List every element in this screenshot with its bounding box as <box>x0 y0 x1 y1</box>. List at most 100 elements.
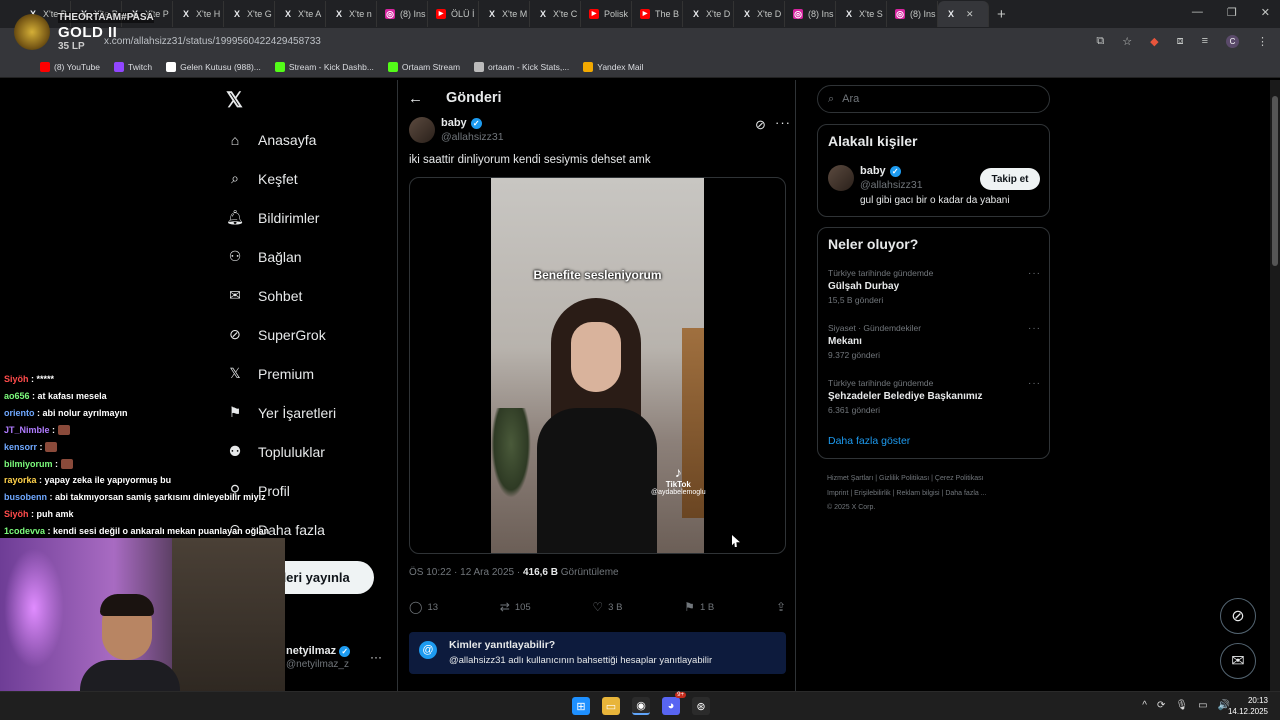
browser-tab[interactable]: X X'te A <box>275 1 326 27</box>
footer-link[interactable]: Imprint <box>827 490 848 497</box>
menu-dots-icon[interactable]: ⋮ <box>1257 35 1268 48</box>
browser-tab[interactable]: X X'te S <box>836 1 887 27</box>
bookmark-item[interactable]: Gelen Kutusu (988)... <box>166 61 261 72</box>
chat-username[interactable]: 1codevva <box>4 526 45 536</box>
related-handle[interactable]: @allahsizz31 <box>860 179 923 191</box>
sidebar-item-bildirimler[interactable]: 🔔︎ Bildirimler <box>226 198 336 237</box>
sidebar-item-sohbet[interactable]: ✉ Sohbet <box>226 276 336 315</box>
account-more-icon[interactable]: ··· <box>370 650 382 664</box>
footer-link[interactable]: Erişilebilirlik <box>854 490 891 497</box>
start-windows-icon[interactable]: ⊞ <box>572 697 590 715</box>
taskbar-clock[interactable]: 20:13 14.12.2025 <box>1228 695 1268 717</box>
browser-tab[interactable]: ▶ ÖLÜ İ <box>428 1 479 27</box>
footer-link[interactable]: Daha fazla ... <box>945 490 986 497</box>
browser-tab[interactable]: X X'te M <box>479 1 530 27</box>
browser-tab[interactable]: ◎ (8) Ins <box>785 1 836 27</box>
browser-tab[interactable]: X X'te D <box>734 1 785 27</box>
chat-username[interactable]: rayorka <box>4 475 37 485</box>
mic-icon[interactable]: 🎙 <box>1175 700 1188 711</box>
trend-more-icon[interactable]: ··· <box>1028 268 1041 279</box>
extension-leaf-icon[interactable]: ◆ <box>1150 35 1158 48</box>
minimize-icon[interactable]: — <box>1192 6 1203 19</box>
chat-username[interactable]: kensorr <box>4 442 37 452</box>
footer-link[interactable]: Gizlilik Politikası <box>879 475 929 482</box>
related-avatar[interactable] <box>828 165 854 191</box>
grok-icon[interactable]: ⊘ <box>755 117 766 133</box>
browser-tab[interactable]: X X'te H <box>173 1 224 27</box>
post-timestamp[interactable]: ÖS 10:22 · 12 Ara 2025 · <box>409 567 523 578</box>
browser-tab-label: X'te A <box>298 9 322 19</box>
reply-button[interactable]: ◯ 13 <box>409 600 438 614</box>
chat-username[interactable]: busobenn <box>4 492 47 502</box>
puzzle-icon[interactable]: ⧈ <box>1177 35 1184 48</box>
x-logo-icon[interactable]: 𝕏 <box>226 88 243 113</box>
grok-fab-button[interactable]: ⊘ <box>1220 598 1256 634</box>
like-button[interactable]: ♡ 3 B <box>592 600 622 614</box>
chat-username[interactable]: oriento <box>4 408 35 418</box>
close-tab-icon[interactable]: ✕ <box>966 9 974 20</box>
footer-link[interactable]: Reklam bilgisi <box>896 490 939 497</box>
chat-username[interactable]: Siyöh <box>4 374 29 384</box>
footer-link[interactable]: Çerez Politikası <box>935 475 984 482</box>
sidebar-item-supergrok[interactable]: ⊘ SuperGrok <box>226 315 336 354</box>
related-name[interactable]: baby ✓ <box>860 165 901 177</box>
search-input[interactable]: ⌕ Ara <box>817 85 1050 113</box>
chat-username[interactable]: Siyöh <box>4 509 29 519</box>
footer-link[interactable]: Hizmet Şartları <box>827 475 873 482</box>
post-video[interactable]: Benefite sesleniyorum ♪ TikTok @aydabele… <box>409 177 786 554</box>
sidebar-item-ba-lan[interactable]: ⚇ Bağlan <box>226 237 336 276</box>
chrome-icon[interactable]: ◉ <box>632 697 650 715</box>
monitor-icon[interactable]: ▭ <box>1198 700 1207 711</box>
browser-tab[interactable]: ◎ (8) Ins <box>377 1 428 27</box>
discord-icon[interactable]: ◕ 9+ <box>662 692 686 715</box>
browser-tab[interactable]: ▶ Polisk <box>581 1 632 27</box>
maximize-icon[interactable]: ❐ <box>1227 6 1237 19</box>
profile-avatar[interactable]: C <box>1226 35 1239 48</box>
trend-more-icon[interactable]: ··· <box>1028 323 1041 334</box>
sidebar-item-ke-fet[interactable]: ⌕ Keşfet <box>226 159 336 198</box>
author-avatar[interactable] <box>409 117 435 143</box>
trend-item[interactable]: Siyaset · Gündemdekiler Mekanı 9.372 gönde… <box>828 323 1041 360</box>
post-more-icon[interactable]: ··· <box>775 115 791 130</box>
browser-tab[interactable]: X ✕ <box>938 1 989 27</box>
bookmark-item[interactable]: ortaam - Kick Stats,... <box>474 61 569 72</box>
bookmark-item[interactable]: Ortaam Stream <box>387 61 460 72</box>
browser-tab[interactable]: X X'te D <box>683 1 734 27</box>
chat-username[interactable]: JT_Nimble <box>4 425 50 435</box>
install-app-icon[interactable]: ⧉ <box>1096 35 1104 48</box>
trend-more-icon[interactable]: ··· <box>1028 378 1041 389</box>
back-arrow-icon[interactable]: ← <box>408 90 423 107</box>
chat-username[interactable]: bilmiyorum <box>4 459 53 469</box>
chat-username[interactable]: ao656 <box>4 391 30 401</box>
share-button[interactable]: ⇪ <box>776 600 786 614</box>
browser-tab[interactable]: ▶ The B <box>632 1 683 27</box>
show-more-link[interactable]: Daha fazla göster <box>828 435 910 447</box>
author-name[interactable]: baby ✓ <box>441 117 482 129</box>
file-explorer-icon[interactable]: ▭ <box>602 697 620 715</box>
tray-chevron-icon[interactable]: ^ <box>1142 700 1147 711</box>
bookmark-button[interactable]: ⚑ 1 B <box>684 600 714 614</box>
browser-tab[interactable]: ◎ (8) Ins <box>887 1 938 27</box>
trend-item[interactable]: Türkiye tarihinde gündemde Şehzadeler Bel… <box>828 378 1041 415</box>
browser-tab[interactable]: X X'te G <box>224 1 275 27</box>
follow-button[interactable]: Takip et <box>980 168 1040 190</box>
page-scrollbar[interactable] <box>1270 80 1280 691</box>
messages-fab-button[interactable]: ✉ <box>1220 643 1256 679</box>
browser-tab[interactable]: X X'te C <box>530 1 581 27</box>
bookmark-item[interactable]: Stream - Kick Dashb... <box>274 61 374 72</box>
close-window-icon[interactable]: ✕ <box>1261 6 1270 19</box>
sidebar-item-anasayfa[interactable]: ⌂ Anasayfa <box>226 120 336 159</box>
obs-icon[interactable]: ⊛ <box>692 697 710 715</box>
sync-icon[interactable]: ⟳ <box>1157 700 1165 711</box>
trend-item[interactable]: Türkiye tarihinde gündemde Gülşah Durbay 1… <box>828 268 1041 305</box>
bookmark-item[interactable]: Yandex Mail <box>583 61 643 72</box>
reading-list-icon[interactable]: ≡ <box>1202 35 1208 48</box>
author-handle[interactable]: @allahsizz31 <box>441 131 504 143</box>
new-tab-icon[interactable]: + <box>997 6 1006 23</box>
account-switcher[interactable]: netyilmaz ✓ @netyilmaz_z <box>286 645 351 670</box>
video-frame[interactable]: Benefite sesleniyorum ♪ TikTok @aydabele… <box>491 178 740 553</box>
star-icon[interactable]: ☆ <box>1122 35 1132 48</box>
browser-tab[interactable]: X X'te n <box>326 1 377 27</box>
scrollbar-thumb[interactable] <box>1272 96 1278 266</box>
repost-button[interactable]: ⇄ 105 <box>500 600 531 614</box>
